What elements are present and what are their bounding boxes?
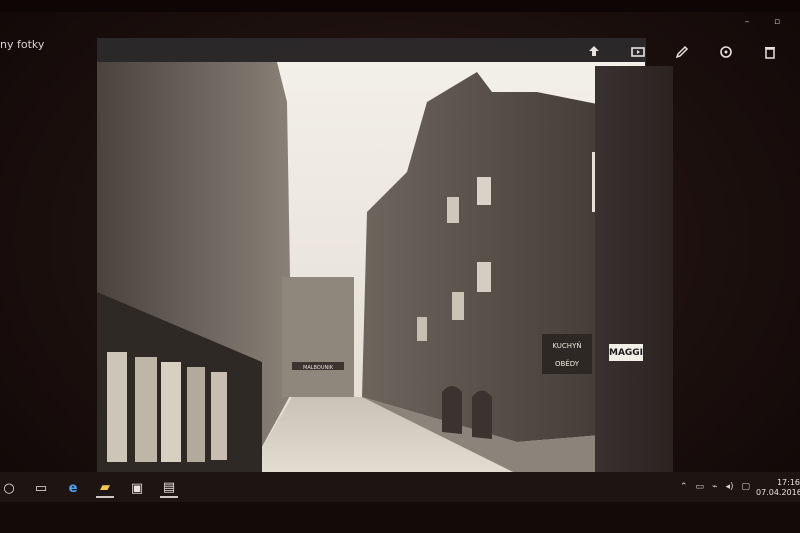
- notifications-icon[interactable]: ▢: [741, 482, 750, 492]
- minimize-icon[interactable]: –: [742, 17, 752, 27]
- share-icon[interactable]: [585, 43, 603, 61]
- delete-icon[interactable]: [761, 43, 779, 61]
- search-icon[interactable]: ○: [0, 479, 18, 497]
- window-controls: – ▫: [742, 17, 782, 27]
- battery-icon[interactable]: ▭: [696, 482, 705, 492]
- clock-date: 07.04.2016: [756, 488, 800, 497]
- volume-icon[interactable]: ◂): [725, 482, 733, 492]
- chevron-up-icon[interactable]: ⌃: [680, 482, 688, 492]
- toolbar-icons: [585, 43, 779, 61]
- photos-icon[interactable]: ▤: [160, 478, 178, 498]
- restore-icon[interactable]: ▫: [772, 17, 782, 27]
- rotate-icon[interactable]: [717, 43, 735, 61]
- file-explorer-icon[interactable]: ▰: [96, 478, 114, 498]
- task-view-icon[interactable]: ▭: [32, 479, 50, 497]
- taskbar-clock[interactable]: 17:16 07.04.2016: [756, 478, 800, 498]
- clock-time: 17:16: [776, 478, 800, 487]
- edit-icon[interactable]: [673, 43, 691, 61]
- bottom-bezel: [0, 502, 800, 533]
- wall-sign-line-1: KUCHYŇ: [552, 341, 581, 350]
- slideshow-icon[interactable]: [629, 43, 647, 61]
- system-tray: ⌃ ▭ ⌁ ◂) ▢: [680, 482, 750, 492]
- maggi-sign: MAGGI: [609, 344, 643, 361]
- adjacent-building: [595, 66, 673, 474]
- photo-viewer-image: MALBOUNIK KUCHYŇ OBĚDY: [97, 62, 645, 474]
- top-bezel: [0, 0, 800, 12]
- store-icon[interactable]: ▣: [128, 479, 146, 497]
- edge-icon[interactable]: e: [64, 479, 82, 497]
- street-photo: MALBOUNIK KUCHYŇ OBĚDY: [97, 62, 645, 474]
- wall-sign-line-2: OBĚDY: [555, 359, 580, 368]
- network-icon[interactable]: ⌁: [712, 482, 717, 492]
- taskbar-icons: ○ ▭ e ▰ ▣ ▤: [0, 478, 178, 498]
- distant-sign-text: MALBOUNIK: [303, 365, 334, 371]
- app-title: ny fotky: [0, 38, 45, 51]
